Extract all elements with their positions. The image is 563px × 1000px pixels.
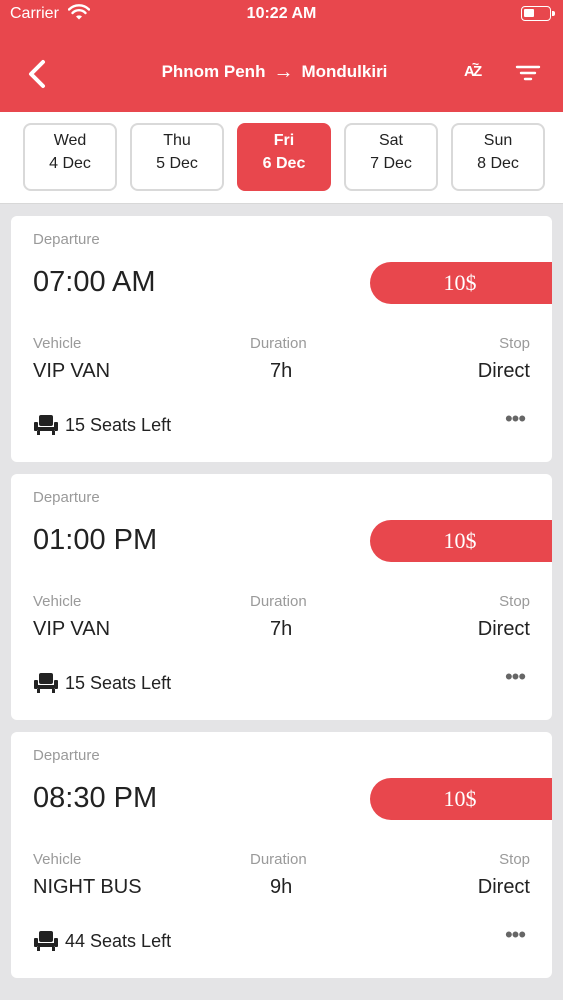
seats-left-text: 15 Seats Left — [65, 414, 172, 435]
vehicle-value: NIGHT BUS — [33, 876, 142, 898]
more-options-button[interactable]: ••• — [501, 666, 529, 692]
duration-label: Duration — [250, 851, 307, 868]
trip-card[interactable]: Departure 01:00 PM 10$ Vehicle Duration … — [11, 474, 552, 720]
seat-icon — [34, 415, 58, 435]
duration-label: Duration — [250, 335, 307, 352]
departure-label: Departure — [33, 747, 100, 764]
date-day: Sun — [483, 132, 513, 149]
trip-card[interactable]: Departure 08:30 PM 10$ Vehicle Duration … — [11, 732, 552, 978]
date-date: 6 Dec — [262, 155, 306, 172]
duration-label: Duration — [250, 593, 307, 610]
duration-value: 7h — [270, 360, 293, 382]
seats-left: 15 Seats Left — [33, 414, 171, 436]
date-date: 7 Dec — [370, 155, 412, 172]
departure-time: 01:00 PM — [33, 524, 158, 556]
seats-left-text: 15 Seats Left — [65, 672, 172, 693]
origin-city: Phnom Penh — [161, 62, 266, 81]
date-tab-thu[interactable]: Thu 5 Dec — [130, 123, 224, 191]
date-tab-wed[interactable]: Wed 4 Dec — [23, 123, 117, 191]
status-bar: Carrier 10:22 AM — [0, 0, 563, 30]
date-selector: Wed 4 Dec Thu 5 Dec Fri 6 Dec Sat 7 Dec … — [0, 112, 563, 204]
departure-label: Departure — [33, 231, 100, 248]
price-button[interactable]: 10$ — [370, 262, 552, 304]
stop-value: Direct — [477, 876, 530, 898]
vehicle-label: Vehicle — [33, 593, 82, 610]
seat-icon — [34, 673, 58, 693]
sort-z: Z — [473, 63, 483, 80]
stop-value: Direct — [477, 360, 530, 382]
seats-left-text: 44 Seats Left — [65, 930, 172, 951]
date-day: Thu — [163, 132, 191, 149]
date-tab-fri[interactable]: Fri 6 Dec — [237, 123, 331, 191]
seats-left: 44 Seats Left — [33, 930, 171, 952]
top-bar: Carrier 10:22 AM Phnom Penh → Mondulkiri… — [0, 0, 563, 112]
filter-button[interactable] — [514, 60, 542, 88]
date-date: 5 Dec — [156, 155, 198, 172]
departure-time: 07:00 AM — [33, 266, 156, 298]
departure-label: Departure — [33, 489, 100, 506]
battery-icon — [521, 6, 555, 21]
filter-icon — [515, 65, 541, 81]
date-tab-sun[interactable]: Sun 8 Dec — [451, 123, 545, 191]
more-options-button[interactable]: ••• — [501, 408, 529, 434]
duration-value: 7h — [270, 618, 293, 640]
departure-time: 08:30 PM — [33, 782, 158, 814]
vehicle-value: VIP VAN — [33, 618, 111, 640]
arrow-right-icon: → — [273, 61, 294, 83]
duration-value: 9h — [270, 876, 293, 898]
stop-label: Stop — [499, 335, 530, 352]
vehicle-label: Vehicle — [33, 851, 82, 868]
date-date: 4 Dec — [49, 155, 91, 172]
date-date: 8 Dec — [477, 155, 519, 172]
stop-value: Direct — [477, 618, 530, 640]
more-options-button[interactable]: ••• — [501, 924, 529, 950]
sort-button[interactable]: A ~ Z — [462, 57, 492, 88]
date-day: Sat — [378, 132, 403, 149]
stop-label: Stop — [499, 593, 530, 610]
price-button[interactable]: 10$ — [370, 520, 552, 562]
destination-city: Mondulkiri — [301, 62, 388, 81]
status-time: 10:22 AM — [246, 5, 317, 22]
stop-label: Stop — [499, 851, 530, 868]
date-day: Wed — [53, 132, 87, 149]
vehicle-value: VIP VAN — [33, 360, 111, 382]
price-button[interactable]: 10$ — [370, 778, 552, 820]
seats-left: 15 Seats Left — [33, 672, 171, 694]
trip-card[interactable]: Departure 07:00 AM 10$ Vehicle Duration … — [11, 216, 552, 462]
seat-icon — [34, 931, 58, 951]
date-tab-sat[interactable]: Sat 7 Dec — [344, 123, 438, 191]
vehicle-label: Vehicle — [33, 335, 82, 352]
date-day: Fri — [273, 132, 295, 149]
